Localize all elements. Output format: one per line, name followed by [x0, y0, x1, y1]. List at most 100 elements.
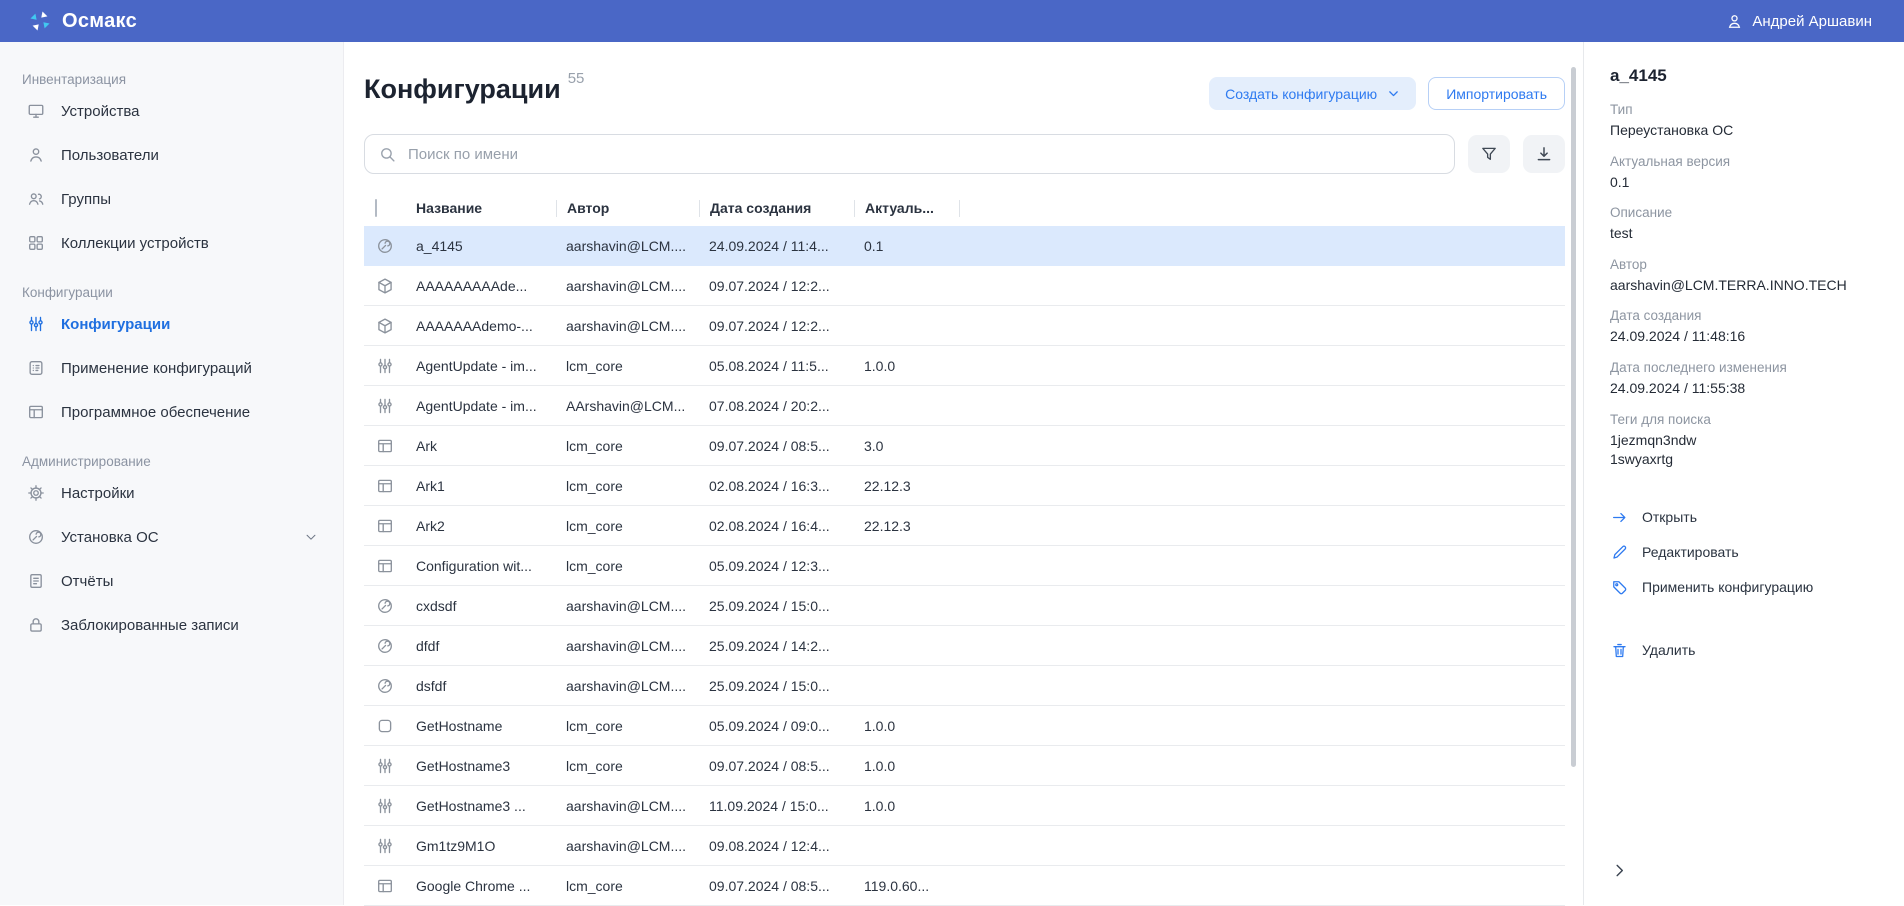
config-name: Ark — [406, 438, 556, 454]
config-name: AAAAAAAdemo-... — [406, 318, 556, 334]
detail-field: Дата создания24.09.2024 / 11:48:16 — [1610, 308, 1882, 347]
config-created: 25.09.2024 / 14:2... — [699, 638, 854, 654]
table-row[interactable]: GetHostname3lcm_core09.07.2024 / 08:5...… — [364, 746, 1565, 786]
action-tag[interactable]: Применить конфигурацию — [1610, 574, 1882, 601]
table-row[interactable]: AAAAAAAAAde...aarshavin@LCM....09.07.202… — [364, 266, 1565, 306]
table-row[interactable]: GetHostnamelcm_core05.09.2024 / 09:0...1… — [364, 706, 1565, 746]
sidebar-item-user[interactable]: Пользователи — [18, 133, 327, 177]
sidebar-item-checklist[interactable]: Применение конфигураций — [18, 346, 327, 390]
import-button[interactable]: Импортировать — [1428, 77, 1565, 110]
sidebar-item-lock[interactable]: Заблокированные записи — [18, 603, 327, 647]
table-row[interactable]: dsfdfaarshavin@LCM....25.09.2024 / 15:0.… — [364, 666, 1565, 706]
select-all-checkbox[interactable] — [375, 199, 377, 217]
scrollbar[interactable] — [1571, 67, 1576, 767]
config-created: 09.07.2024 / 08:5... — [699, 878, 854, 894]
config-version: 1.0.0 — [854, 758, 959, 774]
table-row[interactable]: Ark1lcm_core02.08.2024 / 16:3...22.12.3 — [364, 466, 1565, 506]
table-row[interactable]: AgentUpdate - im...lcm_core05.08.2024 / … — [364, 346, 1565, 386]
table-row[interactable]: Gm1tz9M1Oaarshavin@LCM....09.08.2024 / 1… — [364, 826, 1565, 866]
brand[interactable]: Осмакс — [28, 9, 137, 33]
os-install-icon — [376, 677, 394, 695]
column-header-filler — [959, 200, 1565, 217]
sidebar-item-grid[interactable]: Коллекции устройств — [18, 221, 327, 265]
config-created: 09.07.2024 / 08:5... — [699, 758, 854, 774]
config-author: AArshavin@LCM... — [556, 398, 699, 414]
sidebar-item-monitor[interactable]: Устройства — [18, 89, 327, 133]
table-row[interactable]: AgentUpdate - im...AArshavin@LCM...07.08… — [364, 386, 1565, 426]
table-row[interactable]: Arklcm_core09.07.2024 / 08:5...3.0 — [364, 426, 1565, 466]
sidebar-item-report[interactable]: Отчёты — [18, 559, 327, 603]
action-arrow-right[interactable]: Открыть — [1610, 504, 1882, 531]
config-author: aarshavin@LCM.... — [556, 798, 699, 814]
config-name: dsfdf — [406, 678, 556, 694]
checklist-icon — [26, 359, 46, 377]
config-name: Configuration wit... — [406, 558, 556, 574]
users-icon — [26, 190, 46, 208]
sidebar-item-os-install[interactable]: Установка ОС — [18, 515, 327, 559]
table-body: a_4145 aarshavin@LCM.... 24.09.2024 / 11:4… — [364, 226, 1565, 906]
window-icon — [376, 557, 394, 575]
table-row[interactable]: Configuration wit...lcm_core05.09.2024 /… — [364, 546, 1565, 586]
topbar-user[interactable]: Андрей Аршавин — [1726, 13, 1872, 30]
filter-icon — [1480, 145, 1498, 163]
config-created: 24.09.2024 / 11:4... — [699, 238, 854, 254]
sidebar-item-users[interactable]: Группы — [18, 177, 327, 221]
sliders-icon — [26, 315, 46, 333]
create-configuration-button[interactable]: Создать конфигурацию — [1209, 77, 1416, 110]
table-row[interactable]: cxdsdfaarshavin@LCM....25.09.2024 / 15:0… — [364, 586, 1565, 626]
filter-button[interactable] — [1468, 135, 1510, 173]
action-label: Удалить — [1642, 642, 1695, 658]
sidebar-item-gear[interactable]: Настройки — [18, 471, 327, 515]
delete-button[interactable]: Удалить — [1610, 637, 1882, 664]
total-count: 55 — [568, 70, 585, 87]
os-install-icon — [376, 597, 394, 615]
config-name: Ark1 — [406, 478, 556, 494]
table-header: Название Автор Дата создания Актуаль... — [364, 190, 1565, 226]
table-row[interactable]: a_4145aarshavin@LCM....24.09.2024 / 11:4… — [364, 226, 1565, 266]
field-value: 24.09.2024 / 11:48:16 — [1610, 327, 1882, 347]
table-row[interactable]: Ark2lcm_core02.08.2024 / 16:4...22.12.3 — [364, 506, 1565, 546]
detail-fields: ТипПереустановка ОСАктуальная версия0.1О… — [1610, 102, 1882, 470]
field-label: Теги для поиска — [1610, 412, 1882, 427]
action-pencil[interactable]: Редактировать — [1610, 539, 1882, 566]
sidebar-item-window[interactable]: Программное обеспечение — [18, 390, 327, 434]
config-name: a_4145 — [406, 238, 556, 254]
detail-actions: Открыть Редактировать Применить конфигурац… — [1610, 504, 1882, 664]
sidebar-item-label: Программное обеспечение — [61, 404, 250, 421]
chevron-down-icon[interactable] — [301, 530, 321, 544]
config-version: 119.0.60... — [854, 878, 959, 894]
sliders-icon — [376, 397, 394, 415]
config-author: aarshavin@LCM.... — [556, 678, 699, 694]
column-header-name[interactable]: Название — [406, 200, 556, 217]
sidebar-item-label: Установка ОС — [61, 529, 159, 546]
table-row[interactable]: AAAAAAAdemo-...aarshavin@LCM....09.07.20… — [364, 306, 1565, 346]
config-version: 1.0.0 — [854, 358, 959, 374]
os-install-icon — [376, 637, 394, 655]
detail-field: Теги для поиска1jezmqn3ndw1swyaxrtg — [1610, 412, 1882, 470]
sliders-icon — [376, 357, 394, 375]
export-button[interactable] — [1523, 135, 1565, 173]
action-label: Редактировать — [1642, 544, 1739, 560]
config-version: 22.12.3 — [854, 518, 959, 534]
monitor-icon — [26, 102, 46, 120]
config-created: 25.09.2024 / 15:0... — [699, 598, 854, 614]
column-header-author[interactable]: Автор — [556, 200, 699, 217]
column-header-version[interactable]: Актуаль... — [854, 200, 959, 217]
config-created: 07.08.2024 / 20:2... — [699, 398, 854, 414]
os-install-icon — [376, 237, 394, 255]
table-row[interactable]: GetHostname3 ...aarshavin@LCM....11.09.2… — [364, 786, 1565, 826]
sidebar-nav: ИнвентаризацияУстройстваПользователиГруп… — [0, 42, 344, 905]
search-input[interactable] — [406, 145, 1440, 164]
page-title: Конфигурации — [364, 74, 561, 105]
sidebar-item-label: Пользователи — [61, 147, 159, 164]
sliders-icon — [376, 757, 394, 775]
config-version: 1.0.0 — [854, 718, 959, 734]
config-name: GetHostname — [406, 718, 556, 734]
table-row[interactable]: dfdfaarshavin@LCM....25.09.2024 / 14:2..… — [364, 626, 1565, 666]
table-row[interactable]: Google Chrome ...lcm_core09.07.2024 / 08… — [364, 866, 1565, 906]
collapse-panel-button[interactable] — [1608, 859, 1631, 885]
config-author: lcm_core — [556, 358, 699, 374]
config-created: 05.09.2024 / 09:0... — [699, 718, 854, 734]
sidebar-item-sliders[interactable]: Конфигурации — [18, 302, 327, 346]
column-header-created[interactable]: Дата создания — [699, 200, 854, 217]
